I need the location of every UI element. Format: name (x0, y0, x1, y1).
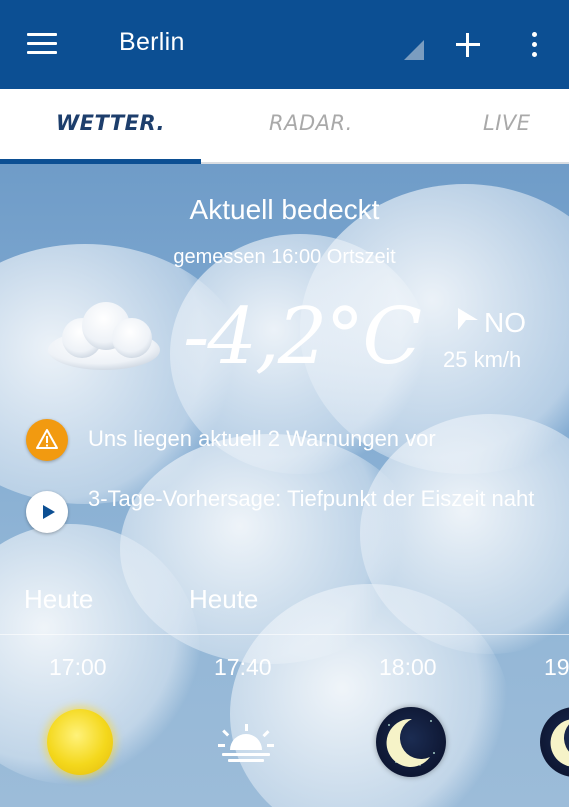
more-options-icon[interactable] (530, 32, 538, 58)
wind-direction: NO (484, 307, 526, 338)
app-bar: Berlin (0, 0, 569, 89)
tab-live[interactable]: LIVE (483, 111, 531, 135)
weather-panel: Aktuell bedeckt gemessen 16:00 Ortszeit … (0, 164, 569, 807)
wind-direction-icon (458, 308, 478, 330)
current-condition: Aktuell bedeckt (189, 194, 380, 225)
hour-time: 19 (544, 654, 569, 680)
menu-icon[interactable] (27, 33, 57, 55)
sunset-icon (218, 724, 274, 762)
location-title[interactable]: Berlin (119, 28, 185, 57)
tab-bar: WETTER. RADAR. LIVE (0, 89, 569, 164)
hour-time: 18:00 (379, 654, 437, 680)
moon-icon (376, 707, 446, 777)
sun-icon (47, 709, 113, 775)
hour-time: 17:40 (214, 654, 272, 680)
moon-icon (540, 707, 569, 777)
forecast-video-link[interactable]: 3-Tage-Vorhersage: Tiefpunkt der Eiszeit… (88, 482, 538, 516)
temperature: -4,2°C (183, 292, 422, 382)
cloud-icon (48, 302, 160, 370)
tab-wetter[interactable]: WETTER. (56, 111, 165, 135)
hour-time: 17:00 (49, 654, 107, 680)
day-label: Heute (189, 584, 259, 614)
warning-icon[interactable] (26, 419, 68, 461)
warning-notice[interactable]: Uns liegen aktuell 2 Warnungen vor (88, 426, 436, 452)
location-dropdown-icon[interactable] (404, 40, 424, 60)
play-icon[interactable] (26, 491, 68, 533)
hourly-divider (0, 634, 569, 635)
add-location-icon[interactable] (456, 33, 480, 57)
wind-speed: 25 km/h (443, 347, 522, 372)
measurement-time: gemessen 16:00 Ortszeit (173, 246, 396, 268)
day-label: Heute (24, 584, 94, 614)
tab-radar[interactable]: RADAR. (269, 111, 353, 135)
